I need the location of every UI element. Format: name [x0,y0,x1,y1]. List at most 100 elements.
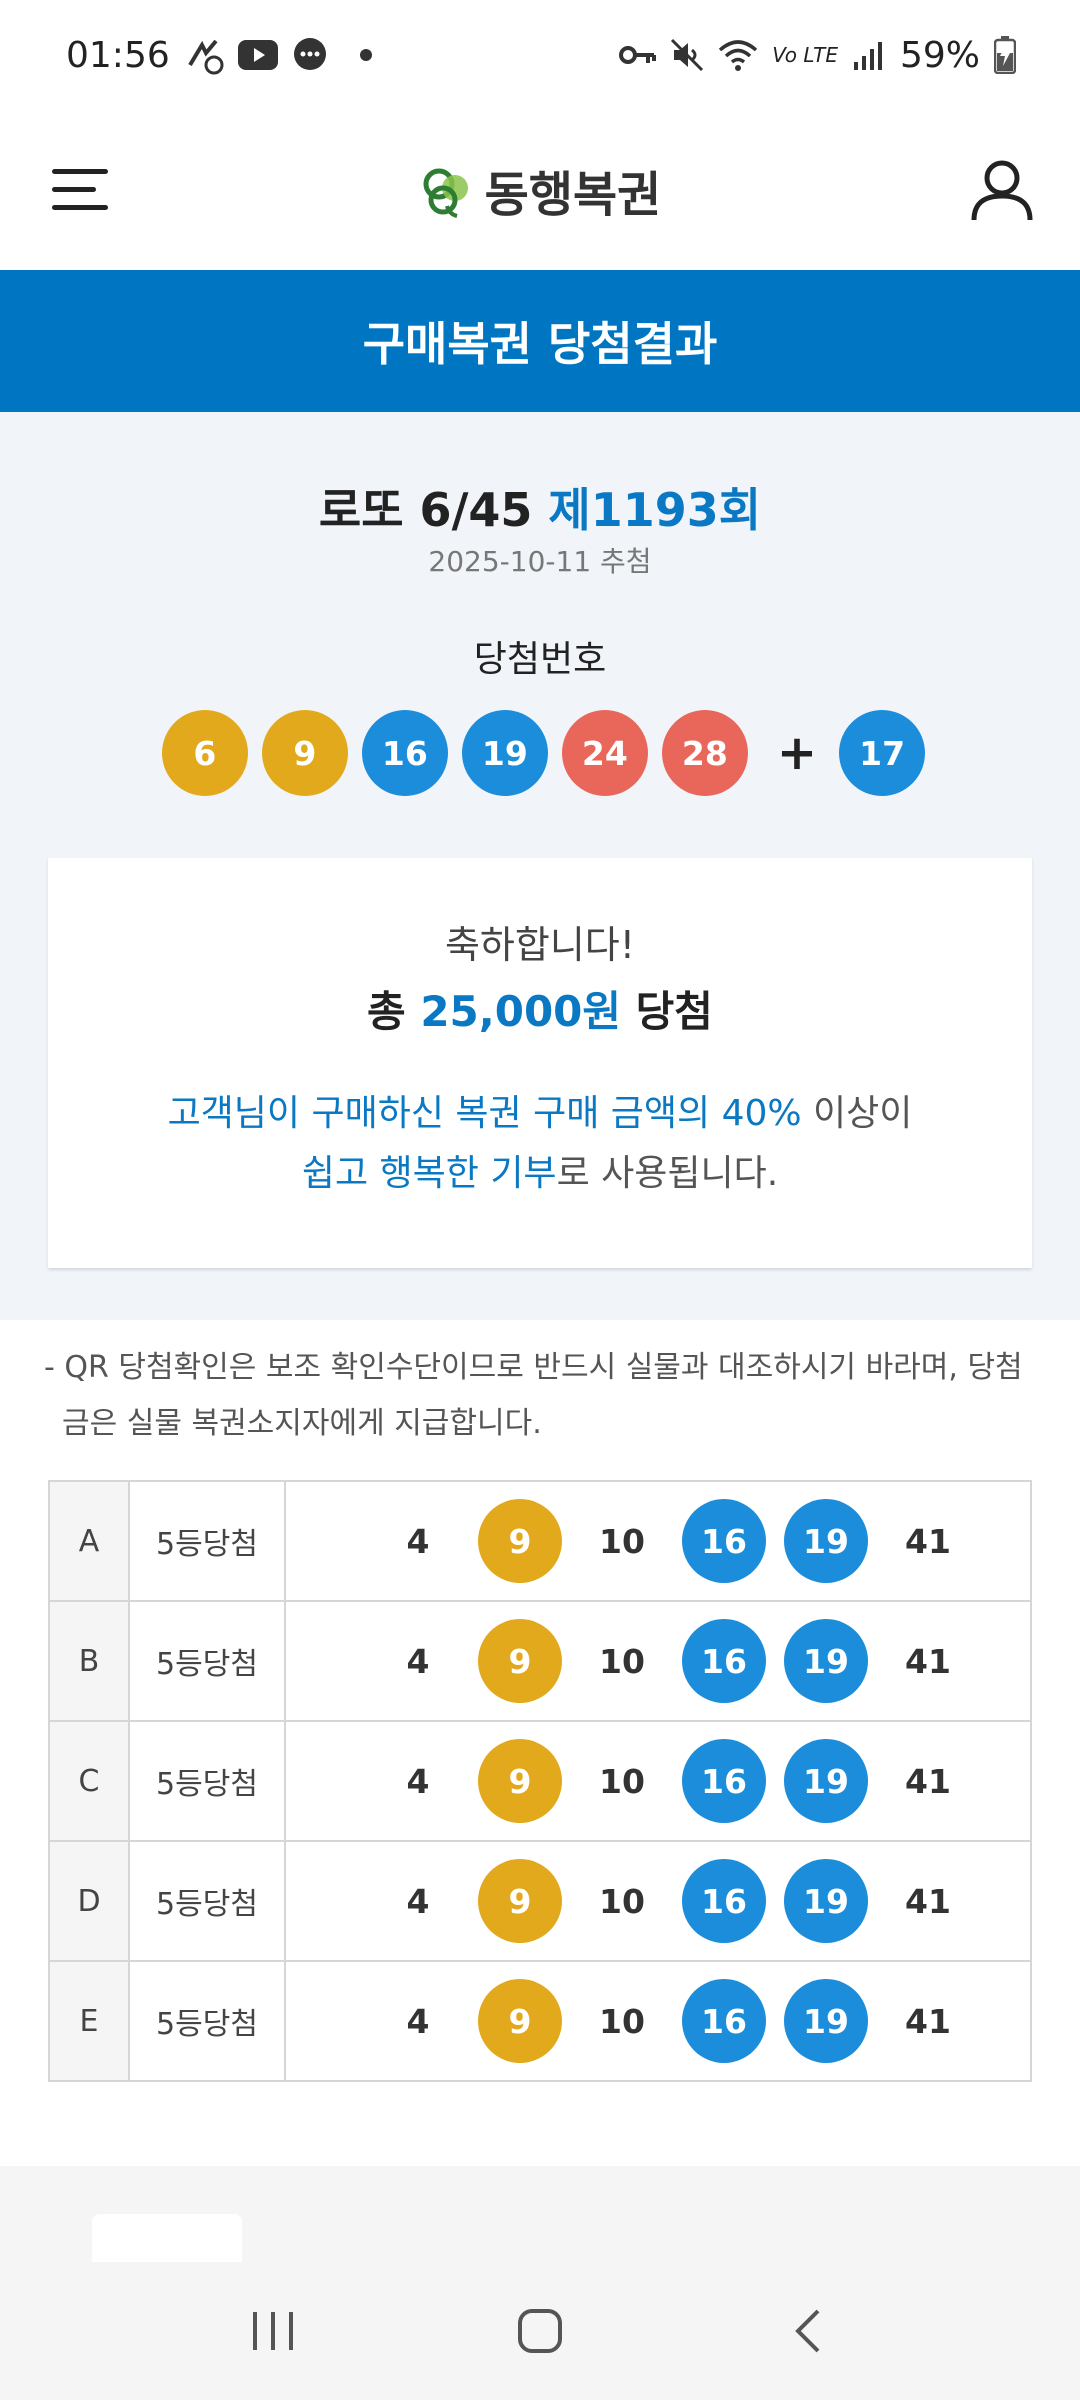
prize-card: 축하합니다! 총 25,000원 당첨 고객님이 구매하신 복권 구매 금액의 … [48,858,1032,1268]
ticket-rank: 5등당첨 [128,1840,286,1962]
ticket-letter: B [48,1600,130,1722]
recent-apps-icon [253,2312,294,2350]
total-prize: 총 25,000원 당첨 [48,978,1032,1039]
user-account-button[interactable] [964,152,1040,228]
ticket-numbers: 4 9 10 16 19 41 [284,1720,1032,1842]
winning-number-ball: 9 [261,710,348,796]
ticket-rank: 5등당첨 [128,1600,286,1722]
battery-percent: 59% [899,34,980,76]
ticket-numbers: 4 9 10 16 19 41 [284,1840,1032,1962]
ticket-results-table: A 5등당첨 4 9 10 16 19 41 B 5등당첨 4 9 10 16 19 41 C 5등… [48,1480,1032,2082]
more-notifications-dot-icon [359,49,372,61]
ticket-letter: D [48,1840,130,1962]
bonus-number-ball: 17 [839,710,926,796]
mute-icon [670,38,704,72]
ticket-number: 10 [599,1881,645,1921]
user-icon [971,160,1033,221]
ticket-rank: 5등당첨 [128,1480,286,1602]
donation-highlight-1: 고객님이 구매하신 복권 구매 금액의 40% [167,1093,802,1134]
ticket-numbers: 4 9 10 16 19 41 [284,1480,1032,1602]
matched-number-ball: 19 [784,1979,868,2063]
ticket-number-list: 4 9 10 16 19 41 [286,1619,1030,1703]
ticket-number: 41 [905,1881,951,1921]
winning-number-ball: 24 [561,710,648,796]
logo-text: 동행복권 [484,167,662,223]
ticket-letter: A [48,1480,130,1602]
status-bar-left: 01:56 [66,35,372,76]
ticket-number-list: 4 9 10 16 19 41 [286,1859,1030,1943]
qr-notice: - QR 당첨확인은 보조 확인수단이므로 반드시 실물과 대조하시기 바라며,… [44,1350,1023,1441]
ticket-number: 10 [599,1521,645,1561]
page-title-banner: 구매복권 당첨결과 [0,270,1080,412]
donation-highlight-2: 쉽고 행복한 기부 [301,1153,557,1194]
clover-logo-icon [423,168,468,218]
back-icon [794,2309,820,2353]
winning-number-ball: 6 [161,710,248,796]
ticket-number: 41 [905,1761,951,1801]
ticket-number: 4 [406,1881,430,1921]
donation-text-2: 로 사용됩니다. [556,1153,779,1194]
ticket-number-list: 4 9 10 16 19 41 [286,1739,1030,1823]
table-row: E 5등당첨 4 9 10 16 19 41 [48,1960,1032,2082]
app-header: 동행복권 [0,110,1080,270]
ticket-rank: 5등당첨 [128,1720,286,1842]
table-row: C 5등당첨 4 9 10 16 19 41 [48,1720,1032,1842]
ticket-numbers: 4 9 10 16 19 41 [284,1960,1032,2082]
congrats-message: 축하합니다! [444,923,636,967]
matched-number-ball: 19 [784,1859,868,1943]
total-prize-suffix: 당첨 [621,987,713,1036]
ticket-number: 4 [406,1641,430,1681]
back-button[interactable] [747,2281,867,2381]
matched-number-ball: 9 [478,1859,562,1943]
matched-number-ball: 16 [682,1859,766,1943]
signal-icon [852,40,886,70]
matched-number-ball: 16 [682,1619,766,1703]
menu-button[interactable] [44,159,116,221]
matched-number-ball: 9 [478,1499,562,1583]
status-time: 01:56 [66,34,170,76]
recent-apps-button[interactable] [213,2281,333,2381]
ticket-results-body: A 5등당첨 4 9 10 16 19 41 B 5등당첨 4 9 10 16 19 41 C 5등… [48,1480,1032,2082]
ticket-numbers: 4 9 10 16 19 41 [284,1600,1032,1722]
matched-number-ball: 16 [682,1499,766,1583]
winning-numbers: 6 9 16 19 24 28 + 17 [0,710,1080,796]
chat-icon [292,37,328,73]
draw-round: 제1193회 [548,483,762,537]
ticket-number-list: 4 9 10 16 19 41 [286,1979,1030,2063]
call-missed-icon [184,35,224,75]
app-logo[interactable]: 동행복권 [419,155,662,225]
winning-number-ball: 28 [661,710,748,796]
network-type-label: Vo LTE [772,43,838,67]
winning-numbers-label: 당첨번호 [473,639,607,680]
matched-number-ball: 9 [478,1739,562,1823]
ticket-number: 4 [406,2001,430,2041]
page-title: 구매복권 당첨결과 [362,317,718,371]
bonus-plus-sign: + [776,725,818,781]
ticket-number: 10 [599,2001,645,2041]
table-row: A 5등당첨 4 9 10 16 19 41 [48,1480,1032,1602]
system-nav-bar [0,2262,1080,2400]
total-prize-prefix: 총 [367,987,421,1036]
draw-date: 2025-10-11 추첨 [428,545,652,578]
vpn-key-icon [618,43,657,67]
game-name: 로또 6/45 [318,483,533,537]
ticket-number: 4 [406,1761,430,1801]
total-prize-amount: 25,000원 [420,987,622,1036]
donation-message: 고객님이 구매하신 복권 구매 금액의 40% 이상이 쉽고 행복한 기부로 사… [48,1084,1032,1204]
status-bar-right: Vo LTE 59% [618,35,1016,76]
matched-number-ball: 16 [682,1979,766,2063]
ticket-rank: 5등당첨 [128,1960,286,2082]
winning-number-ball: 16 [361,710,448,796]
home-button[interactable] [480,2281,600,2381]
home-icon [517,2309,562,2353]
table-row: B 5등당첨 4 9 10 16 19 41 [48,1600,1032,1722]
matched-number-ball: 16 [682,1739,766,1823]
ticket-letter: E [48,1960,130,2082]
winning-number-ball: 19 [461,710,548,796]
hamburger-icon [52,169,108,210]
ticket-number: 41 [905,2001,951,2041]
youtube-icon [237,40,278,70]
draw-title: 로또 6/45 제1193회 [0,474,1080,540]
draw-result-section: 로또 6/45 제1193회 2025-10-11 추첨 당첨번호 6 9 16… [0,412,1080,1320]
ticket-number: 41 [905,1521,951,1561]
